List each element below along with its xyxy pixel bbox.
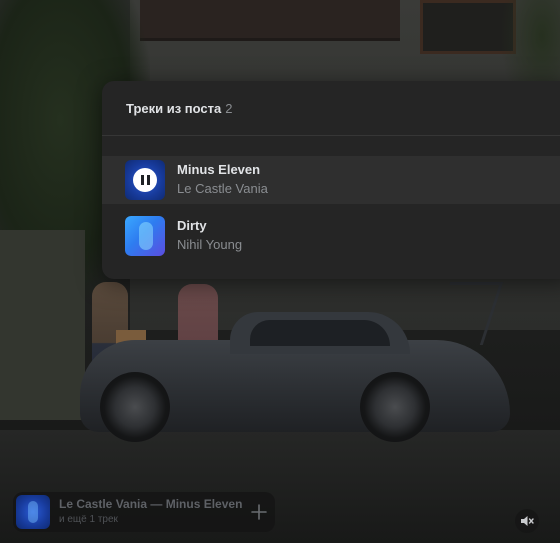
bg-wheel <box>100 372 170 442</box>
track-artist[interactable]: Nihil Young <box>177 236 242 254</box>
speaker-muted-icon[interactable] <box>515 509 539 533</box>
track-title[interactable]: Dirty <box>177 218 242 234</box>
post-tracks-popup: Треки из поста 2 Minus Eleven Le Castle … <box>102 81 560 279</box>
bg-roof <box>140 0 400 41</box>
track-row[interactable]: Dirty Nihil Young <box>102 212 560 260</box>
mini-player[interactable]: Le Castle Vania — Minus Eleven и ещё 1 т… <box>13 492 275 532</box>
track-title[interactable]: Minus Eleven <box>177 162 268 178</box>
mini-player-subtitle: и ещё 1 трек <box>59 514 118 525</box>
bg-car-window <box>250 320 390 346</box>
track-info: Dirty Nihil Young <box>177 218 242 254</box>
popup-title: Треки из поста <box>126 100 222 116</box>
mini-player-title: Le Castle Vania — Minus Eleven <box>59 497 243 511</box>
track-row[interactable]: Minus Eleven Le Castle Vania <box>102 156 560 204</box>
bg-wall <box>0 230 85 420</box>
popup-track-count: 2 <box>225 100 233 116</box>
album-cover[interactable] <box>125 216 165 256</box>
mini-player-cover[interactable] <box>16 495 50 529</box>
track-list: Minus Eleven Le Castle Vania Dirty Nihil… <box>102 136 560 260</box>
album-cover[interactable] <box>125 160 165 200</box>
popup-header: Треки из поста 2 <box>102 81 560 136</box>
bg-wheel <box>360 372 430 442</box>
track-artist[interactable]: Le Castle Vania <box>177 180 268 198</box>
track-info: Minus Eleven Le Castle Vania <box>177 162 268 198</box>
plus-icon[interactable] <box>247 500 271 524</box>
pause-icon[interactable] <box>133 168 157 192</box>
mini-player-info[interactable]: Le Castle Vania — Minus Eleven и ещё 1 т… <box>59 497 245 527</box>
